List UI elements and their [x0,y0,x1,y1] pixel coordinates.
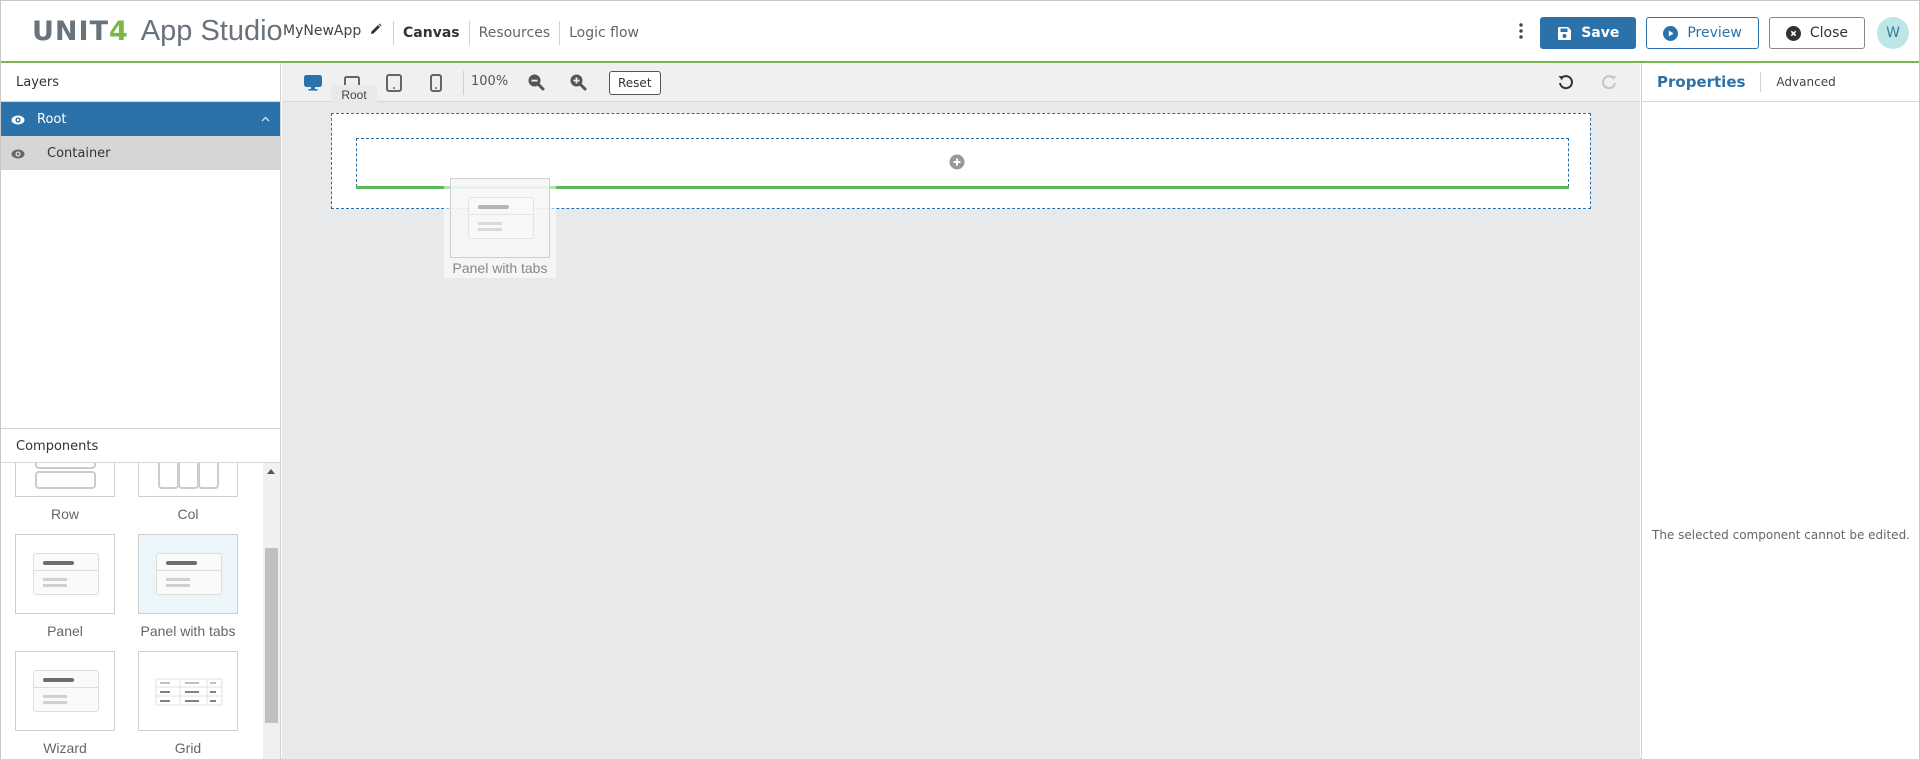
nav-logic-flow[interactable]: Logic flow [559,21,648,45]
tab-properties[interactable]: Properties [1642,72,1762,92]
user-avatar[interactable]: W [1877,17,1909,49]
left-panel: Layers Root Container Components Row Col… [1,63,281,759]
wizard-icon [33,670,99,712]
preview-button[interactable]: Preview [1646,17,1759,49]
eye-icon[interactable] [11,114,25,125]
properties-message: The selected component cannot be edited. [1652,528,1910,542]
grid-icon [155,678,223,706]
app-name[interactable]: MyNewApp [283,23,382,39]
tablet-icon[interactable] [384,73,404,93]
component-panel-with-tabs[interactable]: Panel with tabs [138,534,238,639]
more-options-icon[interactable] [1516,23,1526,43]
components-list: Row Col Panel Panel with tabs Wizard Gri… [1,463,280,759]
undo-icon[interactable] [1557,73,1575,91]
floppy-disk-icon [1557,26,1572,41]
nav-canvas[interactable]: Canvas [393,21,469,45]
phone-icon[interactable] [426,73,446,93]
component-wizard[interactable]: Wizard [15,651,115,756]
design-canvas[interactable]: Panel with tabs [282,102,1640,759]
components-scrollbar[interactable] [263,463,280,759]
zoom-in-icon[interactable] [569,73,587,91]
app-studio-title: App Studio [140,15,283,47]
layers-title: Layers [1,63,280,102]
redo-icon[interactable] [1600,73,1618,91]
scrollbar-thumb[interactable] [265,548,278,723]
components-panel: Components Row Col Panel Panel with tabs… [1,428,280,759]
layer-root[interactable]: Root [1,102,280,136]
zoom-out-icon[interactable] [527,73,545,91]
unit4-logo: UNIT4 App Studio [32,15,283,47]
panel-with-tabs-icon [468,197,534,239]
eye-icon[interactable] [11,148,25,159]
drag-ghost-panel-with-tabs: Panel with tabs [444,178,556,278]
add-component-icon[interactable] [949,154,965,170]
canvas-toolbar: 100% Reset [282,63,1640,102]
close-circle-icon [1785,25,1801,41]
desktop-icon[interactable] [303,73,323,93]
component-col[interactable]: Col [138,463,238,522]
component-row[interactable]: Row [15,463,115,522]
zoom-level: 100% [471,74,509,89]
app-header: UNIT4 App Studio MyNewApp Canvas Resourc… [1,1,1919,63]
play-circle-icon [1663,25,1679,41]
close-button[interactable]: Close [1768,17,1865,49]
layer-container[interactable]: Container [1,136,280,170]
chevron-up-icon[interactable] [261,114,270,125]
properties-panel: Properties Advanced The selected compone… [1641,63,1919,759]
panel-with-tabs-icon [156,553,222,595]
main-nav: Canvas Resources Logic flow [393,21,648,45]
panel-icon [33,553,99,595]
row-layout-icon [35,463,96,489]
col-layout-icon [158,463,219,489]
reset-zoom-button[interactable]: Reset [609,71,661,95]
tab-advanced[interactable]: Advanced [1761,72,1850,92]
nav-resources[interactable]: Resources [468,21,560,45]
edit-pencil-icon[interactable] [370,23,382,39]
root-tooltip: Root [331,85,377,104]
component-panel[interactable]: Panel [15,534,115,639]
component-grid[interactable]: Grid [138,651,238,756]
components-title: Components [1,428,280,463]
scroll-up-arrow-icon[interactable] [267,469,275,474]
save-button[interactable]: Save [1540,17,1637,49]
